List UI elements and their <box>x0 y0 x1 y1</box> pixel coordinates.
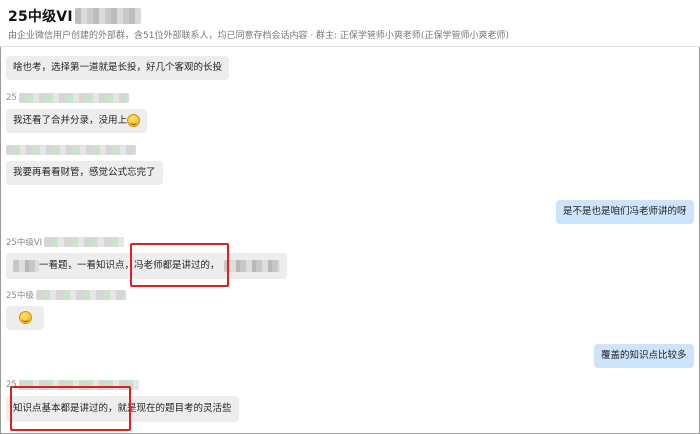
sender-label: 25中级VI <box>6 238 43 248</box>
chat-header: 25中级VI 由企业微信用户创建的外部群，含51位外部联系人，均已同意存档会话内… <box>0 0 700 47</box>
message-bubble[interactable]: 啥也考，选择第一道就是长投，好几个客观的长投 <box>6 56 230 80</box>
sender-name: 25中级VI <box>6 236 125 248</box>
group-title-row: 25中级VI <box>8 6 141 26</box>
message-text-part2: 就是现在的题目考的灵活些 <box>117 403 232 414</box>
message-bubble[interactable] <box>6 306 44 330</box>
sender-label: 25中级 <box>6 291 34 301</box>
sender-name: 25 <box>6 92 129 104</box>
group-title: 25中级VI <box>8 9 73 25</box>
group-subtitle: 由企业微信用户创建的外部群，含51位外部联系人，均已同意存档会话内容 · 群主:… <box>8 31 509 41</box>
face-emoji-icon <box>18 311 32 324</box>
message-text-part1: 一看题，一看知识点， <box>39 260 135 271</box>
sender-name: 25中级 <box>6 289 126 301</box>
sender-name <box>6 144 136 156</box>
redacted-sender <box>44 237 125 247</box>
sender-label: 25 <box>6 93 17 103</box>
redacted-text <box>223 259 280 272</box>
message-list[interactable]: 啥也考，选择第一道就是长投，好几个客观的长投 25 我还看了合并分录，没用上 我… <box>0 48 700 434</box>
highlight-box <box>130 243 229 287</box>
redacted-sender <box>18 93 129 103</box>
self-message-bubble[interactable]: 是不是也是咱们冯老师讲的呀 <box>556 200 694 224</box>
redacted-text <box>13 259 39 272</box>
redacted-sender <box>6 145 136 155</box>
self-message-bubble[interactable]: 覆盖的知识点比较多 <box>594 344 694 368</box>
sweat-smile-emoji-icon <box>127 114 141 127</box>
redacted-title <box>74 8 141 24</box>
redacted-sender <box>35 290 126 300</box>
message-text: 我还看了合并分录，没用上 <box>13 115 128 126</box>
message-bubble[interactable]: 我还看了合并分录，没用上 <box>6 109 148 133</box>
message-bubble[interactable]: 我要再看看财管，感觉公式忘完了 <box>6 161 163 185</box>
highlight-box <box>10 386 131 431</box>
